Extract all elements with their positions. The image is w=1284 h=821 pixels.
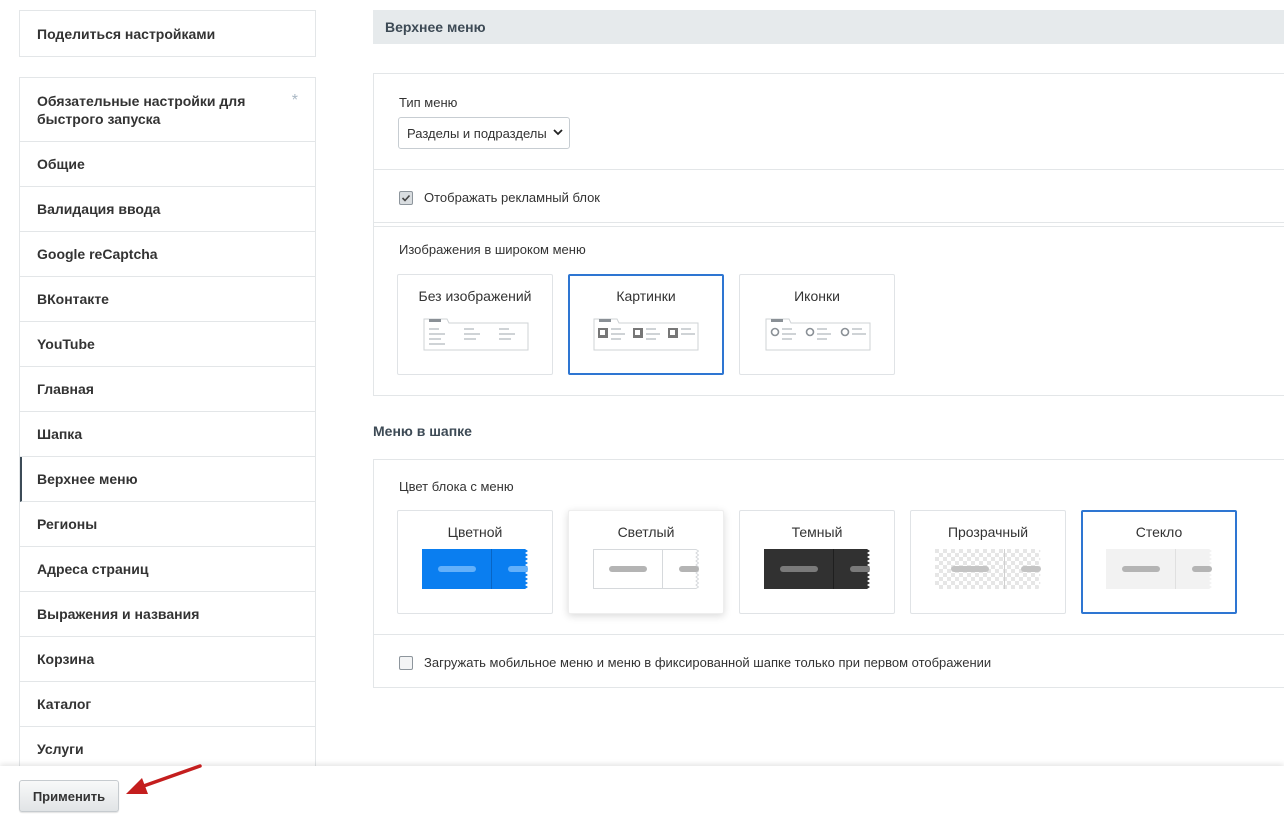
menu-pictures-icon [593,315,699,356]
red-arrow-icon [122,764,204,805]
sidebar-item-label: Выражения и названия [37,606,200,622]
sidebar-item-general[interactable]: Общие [20,142,315,187]
sidebar-item-services[interactable]: Услуги [20,727,315,767]
wide-menu-images-panel: Изображения в широком меню Без изображен… [373,222,1284,396]
checkbox-checked-icon[interactable] [399,190,413,205]
option-title: Светлый [617,524,675,540]
page-title: Верхнее меню [373,10,1284,44]
light-menu-preview-icon [593,549,700,594]
sidebar-item-vkontakte[interactable]: ВКонтакте [20,277,315,322]
menu-type-panel: Тип меню Разделы и подразделы [373,73,1284,170]
color-option-dark[interactable]: Темный [739,510,895,614]
menu-color-panel: Цвет блока с меню Цветной Светлый Темный [373,459,1284,635]
sidebar-item-regions[interactable]: Регионы [20,502,315,547]
option-title: Темный [791,524,843,540]
sidebar-item-top-menu[interactable]: Верхнее меню [20,457,315,502]
sidebar-item-header[interactable]: Шапка [20,412,315,457]
color-option-colored[interactable]: Цветной [397,510,553,614]
ad-block-label: Отображать рекламный блок [424,190,600,205]
sidebar-item-label: Верхнее меню [37,471,138,487]
lazy-load-checkbox[interactable]: Загружать мобильное меню и меню в фиксир… [399,655,991,670]
lazy-load-label: Загружать мобильное меню и меню в фиксир… [424,655,992,670]
sidebar-item-label: Главная [37,381,94,397]
sidebar-item-page-urls[interactable]: Адреса страниц [20,547,315,592]
header-menu-section-title: Меню в шапке [373,423,472,439]
share-settings-button[interactable]: Поделиться настройками [19,10,316,57]
color-option-light[interactable]: Светлый [568,510,724,614]
color-option-transparent[interactable]: Прозрачный [910,510,1066,614]
wide-menu-images-label: Изображения в широком меню [399,242,586,257]
sidebar-item-main-page[interactable]: Главная [20,367,315,412]
sidebar-item-label: Общие [37,156,85,172]
sidebar-item-label: Шапка [37,426,83,442]
sidebar-item-label: Услуги [37,741,84,757]
sidebar-item-label: Каталог [37,696,92,712]
apply-button[interactable]: Применить [19,780,119,812]
sidebar-item-phrases[interactable]: Выражения и названия [20,592,315,637]
sidebar-item-recaptcha[interactable]: Google reCaptcha [20,232,315,277]
sidebar-item-label: YouTube [37,336,95,352]
sidebar-item-label: Валидация ввода [37,201,161,217]
ad-block-panel: Отображать рекламный блок [373,169,1284,227]
colored-menu-preview-icon [422,549,528,594]
sidebar-item-catalog[interactable]: Каталог [20,682,315,727]
image-option-none[interactable]: Без изображений [397,274,553,375]
option-title: Без изображений [418,288,532,304]
sidebar-item-cart[interactable]: Корзина [20,637,315,682]
settings-sidebar: Обязательные настройки для быстрого запу… [19,77,316,767]
ad-block-checkbox[interactable]: Отображать рекламный блок [399,190,600,205]
sidebar-item-input-validation[interactable]: Валидация ввода [20,187,315,232]
menu-type-label: Тип меню [399,95,458,110]
sidebar-item-label: Адреса страниц [37,561,149,577]
sidebar-item-label: ВКонтакте [37,291,109,307]
sidebar-item-label: Регионы [37,516,98,532]
sidebar-item-label: Обязательные настройки для быстрого запу… [37,92,246,127]
option-title: Стекло [1135,524,1183,540]
option-title: Прозрачный [947,524,1029,540]
option-title: Цветной [447,524,503,540]
menu-type-select[interactable]: Разделы и подразделы [398,117,570,149]
sidebar-item-label: Google reCaptcha [37,246,158,262]
dark-menu-preview-icon [764,549,870,594]
transparent-menu-preview-icon [935,549,1041,594]
chevron-down-icon [553,126,563,141]
image-option-pictures[interactable]: Картинки [568,274,724,375]
menu-type-value: Разделы и подразделы [407,125,547,141]
color-option-glass[interactable]: Стекло [1081,510,1237,614]
option-title: Картинки [616,288,676,304]
checkbox-unchecked-icon[interactable] [399,655,413,670]
option-title: Иконки [794,288,840,304]
sidebar-item-label: Корзина [37,651,95,667]
image-option-icons[interactable]: Иконки [739,274,895,375]
required-marker: * [291,92,298,109]
sidebar-item-required-settings[interactable]: Обязательные настройки для быстрого запу… [20,78,315,142]
glass-menu-preview-icon [1106,549,1212,594]
menu-icons-icon [765,315,871,356]
sidebar-item-youtube[interactable]: YouTube [20,322,315,367]
lazy-load-panel: Загружать мобильное меню и меню в фиксир… [373,634,1284,688]
menu-color-label: Цвет блока с меню [399,479,514,494]
menu-no-images-icon [423,315,529,356]
